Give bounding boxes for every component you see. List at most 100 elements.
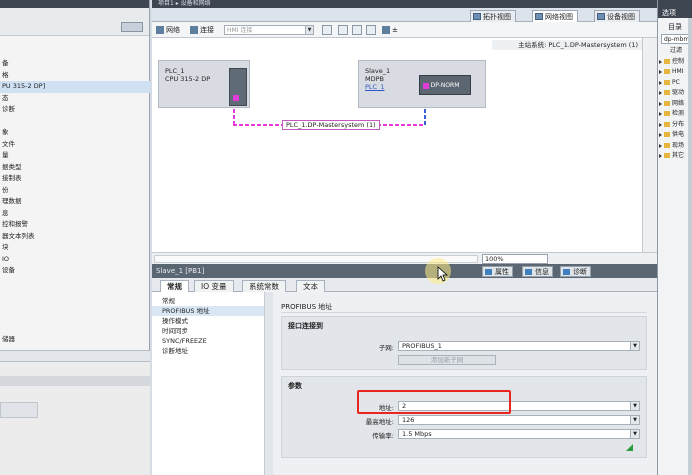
grid-button[interactable] [352, 25, 362, 35]
connection-type-select[interactable]: HMI 连接 ▼ [224, 25, 314, 35]
tree-item[interactable]: PU 315-2 DP] [0, 81, 150, 93]
tab-device-view[interactable]: 设备视图 [594, 10, 640, 22]
nav-item-diag-address[interactable]: 诊断地址 [152, 346, 264, 356]
expand-arrow-icon[interactable] [659, 154, 662, 158]
slave-device[interactable]: Slave_1 MDPB PLC_1 DP-NORM [358, 60, 486, 108]
layout-button[interactable] [338, 25, 348, 35]
view-toggle-icon[interactable] [121, 22, 143, 32]
tab-network-view[interactable]: 网络视图 [532, 10, 578, 22]
apply-arrow-icon[interactable] [626, 444, 633, 451]
tree-item[interactable]: 息 [0, 208, 150, 220]
transmission-rate-select[interactable]: 1.5 Mbps ▼ [398, 429, 640, 439]
tree-item[interactable]: 接制表 [0, 173, 150, 185]
catalog-item[interactable]: 其它 [658, 151, 692, 162]
expand-arrow-icon[interactable] [659, 70, 662, 74]
expand-arrow-icon[interactable] [659, 101, 662, 106]
tree-item[interactable]: 象 [0, 127, 150, 139]
tree-item[interactable]: 储器 [0, 334, 150, 346]
inspector-splitter[interactable] [265, 292, 273, 475]
options-scrollbar[interactable] [688, 18, 692, 475]
nav-item-time-sync[interactable]: 时间同步 [152, 326, 264, 336]
tree-item[interactable] [0, 277, 150, 289]
tree-item[interactable]: 态 [0, 93, 150, 105]
filter-checkbox[interactable]: 过滤 [658, 46, 692, 57]
catalog-item[interactable]: 分布 [658, 120, 692, 131]
tree-item[interactable]: 格 [0, 70, 150, 82]
network-mode-button[interactable]: 网络 [156, 24, 180, 36]
tree-item[interactable]: 设备 [0, 265, 150, 277]
tab-info[interactable]: 信息 [522, 266, 553, 277]
connection-mode-button[interactable]: 连接 [190, 24, 214, 36]
nav-item-sync-freeze[interactable]: SYNC/FREEZE [152, 336, 264, 346]
expand-arrow-icon[interactable] [659, 91, 662, 95]
tab-topology-view[interactable]: 拓扑视图 [470, 10, 516, 22]
section-title: PROFIBUS 地址 [281, 303, 333, 311]
tree-item[interactable]: 理数据 [0, 196, 150, 208]
expand-arrow-icon[interactable] [659, 80, 662, 85]
subtab-general[interactable]: 常规 [160, 280, 189, 292]
expand-arrow-icon[interactable] [659, 122, 662, 127]
subnet-label: 子网: [378, 344, 394, 352]
expand-arrow-icon[interactable] [659, 59, 662, 64]
tree-item[interactable] [0, 300, 150, 312]
table-button[interactable] [366, 25, 376, 35]
canvas-vertical-scrollbar[interactable] [642, 38, 657, 252]
catalog-item-label: 驱动 [672, 89, 685, 96]
catalog-item[interactable]: 检测 [658, 109, 692, 120]
catalog-item[interactable]: PC [658, 78, 692, 89]
expand-arrow-icon[interactable] [659, 143, 662, 148]
catalog-item[interactable]: 网络 [658, 99, 692, 110]
tree-item[interactable]: 控和报警 [0, 219, 150, 231]
tree-item[interactable]: 文件 [0, 139, 150, 151]
nav-item-general[interactable]: 常规 [152, 296, 264, 306]
folder-icon [664, 90, 670, 95]
tree-item[interactable]: 器文本列表 [0, 231, 150, 243]
subtab-system-constants[interactable]: 系统常数 [242, 280, 286, 292]
tab-diagnostics[interactable]: 诊断 [560, 266, 591, 277]
expand-arrow-icon[interactable] [659, 112, 662, 116]
highest-address-value: 126 [402, 416, 415, 424]
expand-arrow-icon[interactable] [659, 133, 662, 137]
details-entry[interactable] [0, 402, 38, 418]
catalog-item[interactable]: 驱动 [658, 88, 692, 99]
catalog-item[interactable]: HMI [658, 67, 692, 78]
add-subnet-button[interactable]: 添加新子网 [398, 355, 496, 365]
tree-item[interactable] [0, 311, 150, 323]
zoom-select[interactable]: 100% [482, 254, 548, 264]
tree-item[interactable]: 诊断 [0, 104, 150, 116]
tree-item[interactable]: 量 [0, 150, 150, 162]
diagnostics-icon [563, 269, 570, 275]
catalog-header[interactable]: 目录 [658, 18, 692, 32]
bus-label[interactable]: PLC_1.DP-Mastersystem (1) [282, 120, 380, 130]
properties-button[interactable] [322, 25, 332, 35]
tree-item[interactable]: 块 [0, 242, 150, 254]
network-canvas[interactable]: 主站系统: PLC_1.DP-Mastersystem (1) PLC_1 CPU… [152, 38, 642, 252]
slave-port-icon[interactable] [423, 83, 429, 89]
nav-item-profibus-address[interactable]: PROFIBUS 地址 [152, 306, 264, 316]
tree-item[interactable]: 备 [0, 58, 150, 70]
dp-port-icon[interactable] [233, 95, 239, 101]
tree-item[interactable]: 份 [0, 185, 150, 197]
catalog-search-input[interactable]: dp-mbm... [661, 34, 689, 44]
tree-item[interactable] [0, 116, 150, 128]
options-title: 选项 [658, 0, 692, 18]
nav-item-operating-mode[interactable]: 操作模式 [152, 316, 264, 326]
plc-device[interactable]: PLC_1 CPU 315-2 DP [158, 60, 250, 108]
subtab-io-tags[interactable]: IO 变量 [194, 280, 234, 292]
slave-master-link[interactable]: PLC_1 [365, 83, 390, 91]
tab-properties[interactable]: 属性 [482, 266, 513, 277]
subtab-texts[interactable]: 文本 [296, 280, 325, 292]
highest-address-select[interactable]: 126 ▼ [398, 415, 640, 425]
details-view-header[interactable] [0, 350, 150, 362]
tree-item[interactable] [0, 288, 150, 300]
catalog-item[interactable]: 控制 [658, 57, 692, 68]
tree-item[interactable]: 据类型 [0, 162, 150, 174]
catalog-item[interactable]: 现场 [658, 141, 692, 152]
tree-item[interactable]: IO [0, 254, 150, 266]
tree-item[interactable] [0, 323, 150, 335]
network-toolbar: 网络 连接 HMI 连接 ▼ ± [152, 22, 657, 38]
catalog-item[interactable]: 供电 [658, 130, 692, 141]
subnet-select[interactable]: PROFIBUS_1 ▼ [398, 341, 640, 351]
catalog-item-label: 控制 [672, 57, 685, 65]
zoom-button[interactable]: ± [382, 24, 398, 36]
